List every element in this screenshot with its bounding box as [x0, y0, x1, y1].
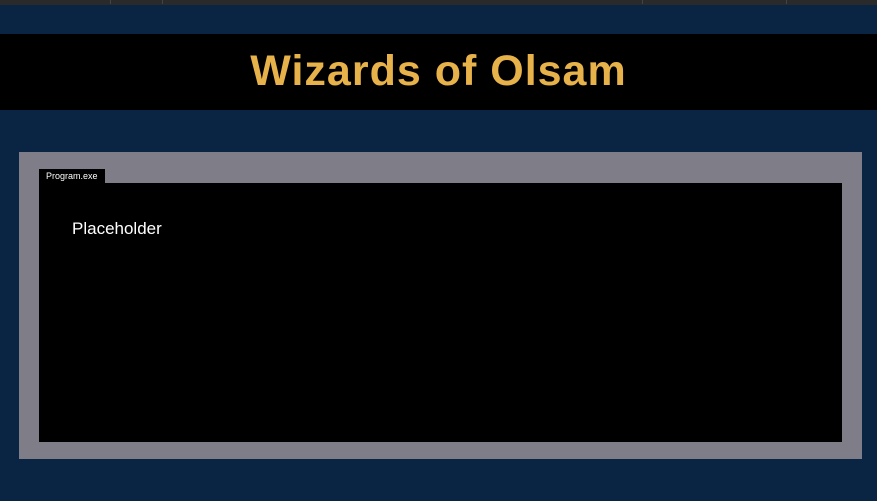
program-content-text: Placeholder — [72, 219, 162, 238]
top-strip-segment — [642, 0, 787, 4]
browser-top-strip — [0, 0, 877, 5]
top-strip-segment — [110, 0, 163, 4]
top-strip-segment — [0, 0, 111, 4]
site-title: Wizards of Olsam — [250, 46, 627, 95]
program-tab[interactable]: Program.exe — [39, 169, 105, 183]
top-strip-segment — [162, 0, 643, 4]
program-window[interactable]: Placeholder — [39, 183, 842, 442]
site-header: Wizards of Olsam — [0, 34, 877, 110]
